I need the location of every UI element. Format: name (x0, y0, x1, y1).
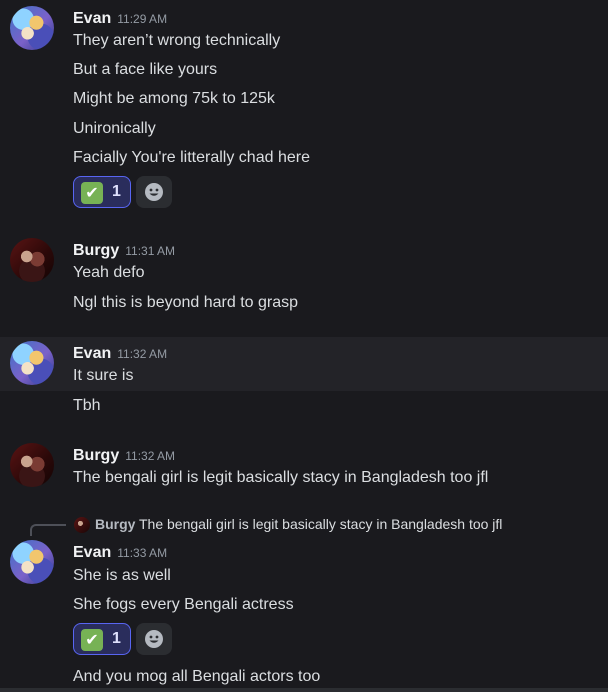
timestamp: 11:33 AM (117, 546, 168, 560)
message-text: She fogs every Bengali actress (73, 596, 294, 613)
message-header: Evan 11:33 AM (73, 542, 167, 562)
message-text: Ngl this is beyond hard to grasp (73, 294, 299, 311)
timestamp: 11:32 AM (117, 347, 168, 361)
reaction-count: 1 (112, 183, 121, 200)
avatar[interactable] (10, 238, 54, 282)
add-reaction-button[interactable] (136, 176, 172, 208)
message-text: And you mog all Bengali actors too (73, 668, 321, 685)
message-text: Tbh (73, 397, 101, 414)
username[interactable]: Burgy (73, 447, 119, 464)
reaction-count: 1 (112, 630, 121, 647)
timestamp: 11:32 AM (125, 449, 176, 463)
message-text: The bengali girl is legit basically stac… (73, 469, 489, 486)
message-header: Evan 11:32 AM (73, 343, 167, 363)
timestamp: 11:31 AM (125, 244, 176, 258)
avatar[interactable] (10, 443, 54, 487)
message-text: But a face like yours (73, 61, 218, 78)
message-text: Facially You're litterally chad here (73, 149, 310, 166)
avatar[interactable] (10, 6, 54, 50)
composer-edge (0, 688, 608, 692)
avatar[interactable] (10, 341, 54, 385)
message-text: Yeah defo (73, 264, 145, 281)
username[interactable]: Evan (73, 544, 111, 561)
message-text: She is as well (73, 567, 171, 584)
check-mark-icon: ✔ (81, 182, 103, 204)
message-text: They aren’t wrong technically (73, 32, 281, 49)
username[interactable]: Evan (73, 10, 111, 27)
message-header: Burgy 11:32 AM (73, 445, 175, 465)
message-header: Burgy 11:31 AM (73, 240, 175, 260)
username[interactable]: Evan (73, 345, 111, 362)
username[interactable]: Burgy (73, 242, 119, 259)
reaction-check-mark[interactable]: ✔ 1 (73, 176, 131, 208)
reply-spine (30, 524, 66, 536)
reply-preview[interactable]: Burgy The bengali girl is legit basicall… (0, 514, 608, 536)
reply-username[interactable]: Burgy (95, 516, 135, 532)
add-reaction-button[interactable] (136, 623, 172, 655)
message-text: Unironically (73, 120, 156, 137)
check-mark-icon: ✔ (81, 629, 103, 651)
message-text: It sure is (73, 367, 134, 384)
timestamp: 11:29 AM (117, 12, 168, 26)
smile-icon (145, 630, 163, 648)
avatar[interactable] (10, 540, 54, 584)
message-header: Evan 11:29 AM (73, 8, 167, 28)
reply-avatar (74, 517, 90, 533)
reaction-check-mark[interactable]: ✔ 1 (73, 623, 131, 655)
chat-messages: Evan 11:29 AM They aren’t wrong technical… (0, 0, 608, 692)
smile-icon (145, 183, 163, 201)
message-text: Might be among 75k to 125k (73, 90, 275, 107)
reply-text[interactable]: The bengali girl is legit basically stac… (139, 516, 502, 532)
